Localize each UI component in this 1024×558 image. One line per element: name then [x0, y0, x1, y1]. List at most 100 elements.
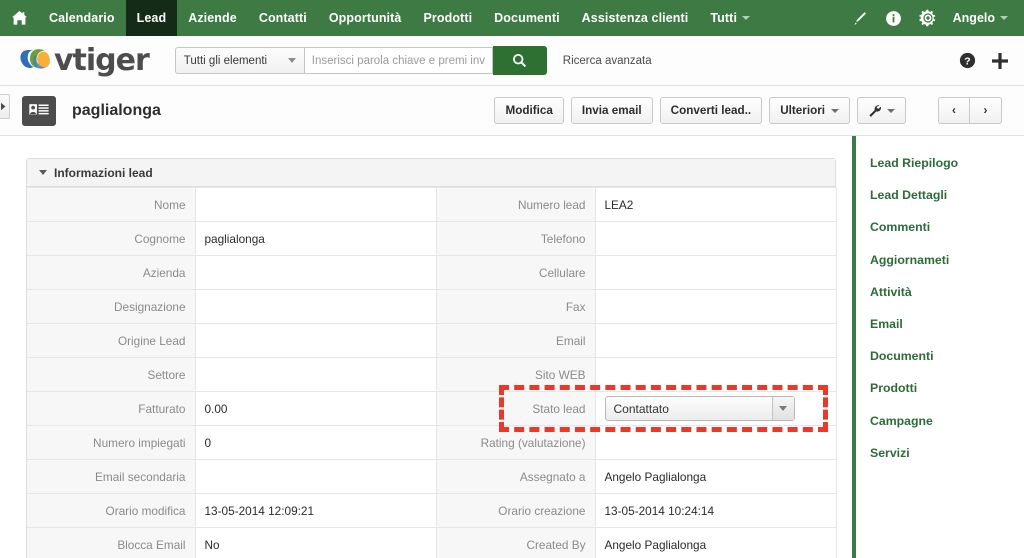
- contact-card-icon: [22, 95, 56, 126]
- gear-icon[interactable]: [911, 0, 945, 36]
- field-value[interactable]: [195, 323, 437, 358]
- field-label: Orario modifica: [27, 493, 196, 528]
- field-value[interactable]: [595, 425, 837, 460]
- home-icon[interactable]: [0, 0, 38, 36]
- nav-item-contatti[interactable]: Contatti: [248, 0, 318, 36]
- table-row: Settore Sito WEB: [27, 357, 837, 392]
- stato-lead-value: Contattato: [613, 401, 669, 416]
- nav-item-label: Aziende: [188, 11, 237, 25]
- field-value[interactable]: LEA2: [595, 187, 837, 222]
- chevron-down-icon[interactable]: [771, 397, 794, 420]
- modifica-button[interactable]: Modifica: [494, 97, 564, 124]
- brush-icon[interactable]: [843, 0, 877, 36]
- stato-lead-select[interactable]: Contattato: [604, 396, 795, 421]
- chevron-right-icon: [1, 102, 6, 111]
- field-value[interactable]: [195, 459, 437, 494]
- field-label: Created By: [436, 527, 596, 558]
- field-label: Origine Lead: [27, 323, 196, 358]
- action-buttons: Modifica Invia email Converti lead.. Ulteri…: [494, 97, 850, 124]
- table-row: Blocca Email No Created By Angelo Paglialon…: [27, 527, 837, 558]
- vtiger-logo[interactable]: vtiger: [18, 43, 150, 78]
- sidebar-item-lead-riepilogo[interactable]: Lead Riepilogo: [870, 156, 1024, 170]
- nav-item-calendario[interactable]: Calendario: [38, 0, 126, 36]
- field-label: Stato lead: [436, 391, 596, 426]
- chevron-down-icon: [287, 58, 296, 63]
- chevron-down-icon: [887, 108, 895, 113]
- field-label: Settore: [27, 357, 196, 392]
- field-label: Email: [436, 323, 596, 358]
- field-value[interactable]: Angelo Paglialonga: [595, 459, 837, 494]
- search-input[interactable]: [304, 47, 493, 74]
- nav-item-opportunit-[interactable]: Opportunità: [318, 0, 413, 36]
- sidebar-item-email[interactable]: Email: [870, 317, 1024, 331]
- lead-detail-table: Nome Numero lead LEA2 Cognome paglialonga Tel…: [27, 187, 837, 558]
- field-label: Orario creazione: [436, 493, 596, 528]
- field-value[interactable]: [595, 255, 837, 290]
- field-value[interactable]: paglialonga: [195, 221, 437, 256]
- nav-item-label: Tutti: [710, 11, 738, 25]
- search-icon: [513, 53, 527, 68]
- tools-button[interactable]: [857, 97, 906, 124]
- detail-column: Informazioni lead Nome Numero lead LEA2 Cog…: [0, 136, 852, 558]
- page-title: paglialonga: [72, 101, 161, 119]
- converti-lead-button[interactable]: Converti lead..: [659, 97, 763, 124]
- button-label: Modifica: [505, 104, 553, 117]
- nav-right-group: Angelo: [843, 0, 1024, 36]
- field-value[interactable]: 13-05-2014 10:24:14: [595, 493, 837, 528]
- previous-record-button[interactable]: ‹: [938, 97, 970, 124]
- sidebar-item-commenti[interactable]: Commenti: [870, 220, 1024, 234]
- button-label: Invia email: [581, 104, 642, 117]
- nav-item-label: Contatti: [258, 11, 307, 25]
- record-title-bar: paglialonga Modifica Invia email Converti …: [0, 86, 1024, 136]
- search-module-value: Tutti gli elementi: [183, 54, 268, 67]
- detail-rows: Nome Numero lead LEA2 Cognome paglialonga Tel…: [27, 187, 837, 558]
- sidebar-item-attivit-[interactable]: Attività: [870, 285, 1024, 299]
- help-icon[interactable]: ?: [959, 52, 976, 69]
- field-label: Blocca Email: [27, 527, 196, 558]
- nav-item-label: Opportunità: [328, 11, 402, 25]
- field-value[interactable]: 0.00: [195, 391, 437, 426]
- field-value[interactable]: No: [195, 527, 437, 558]
- field-value[interactable]: [195, 255, 437, 290]
- table-row: Fatturato 0.00 Stato lead Contattato: [27, 391, 837, 426]
- search-module-select[interactable]: Tutti gli elementi: [174, 47, 305, 74]
- sidebar-item-lead-dettagli[interactable]: Lead Dettagli: [870, 188, 1024, 202]
- field-value[interactable]: 13-05-2014 12:09:21: [195, 493, 437, 528]
- nav-item-lead[interactable]: Lead: [125, 0, 178, 36]
- nav-item-tutti[interactable]: Tutti: [699, 0, 761, 36]
- stato-lead-field[interactable]: Contattato: [595, 391, 837, 426]
- sidebar-item-documenti[interactable]: Documenti: [870, 349, 1024, 363]
- lead-information-block: Informazioni lead Nome Numero lead LEA2 Cog…: [26, 158, 837, 558]
- nav-item-aziende[interactable]: Aziende: [177, 0, 248, 36]
- nav-item-assistenza-clienti[interactable]: Assistenza clienti: [571, 0, 700, 36]
- chevron-down-icon: [1000, 16, 1008, 20]
- advanced-search-link[interactable]: Ricerca avanzata: [563, 55, 652, 67]
- ulteriori-button[interactable]: Ulteriori: [769, 97, 850, 124]
- field-value[interactable]: Angelo Paglialonga: [595, 527, 837, 558]
- next-record-button[interactable]: ›: [970, 97, 1002, 124]
- field-value[interactable]: [195, 357, 437, 392]
- sidebar-item-campagne[interactable]: Campagne: [870, 414, 1024, 428]
- field-value[interactable]: [595, 221, 837, 256]
- search-button[interactable]: [492, 46, 547, 75]
- nav-item-documenti[interactable]: Documenti: [483, 0, 571, 36]
- plus-icon[interactable]: [990, 51, 1010, 71]
- block-header[interactable]: Informazioni lead: [27, 159, 835, 187]
- sidebar-item-servizi[interactable]: Servizi: [870, 446, 1024, 460]
- info-icon[interactable]: [877, 0, 911, 36]
- field-value[interactable]: 0: [195, 425, 437, 460]
- search-bar-right-group: ?: [959, 51, 1024, 71]
- field-value[interactable]: [195, 187, 437, 222]
- field-value[interactable]: [595, 357, 837, 392]
- field-label: Telefono: [436, 221, 596, 256]
- sidebar-item-aggiornameti[interactable]: Aggiornameti: [870, 253, 1024, 267]
- field-value[interactable]: [595, 289, 837, 324]
- field-label: Fatturato: [27, 391, 196, 426]
- field-value[interactable]: [195, 289, 437, 324]
- sidebar-toggle-button[interactable]: [0, 94, 10, 119]
- nav-item-prodotti[interactable]: Prodotti: [412, 0, 483, 36]
- field-value[interactable]: [595, 323, 837, 358]
- sidebar-item-prodotti[interactable]: Prodotti: [870, 381, 1024, 395]
- invia-email-button[interactable]: Invia email: [570, 97, 653, 124]
- user-menu[interactable]: Angelo: [945, 11, 1012, 25]
